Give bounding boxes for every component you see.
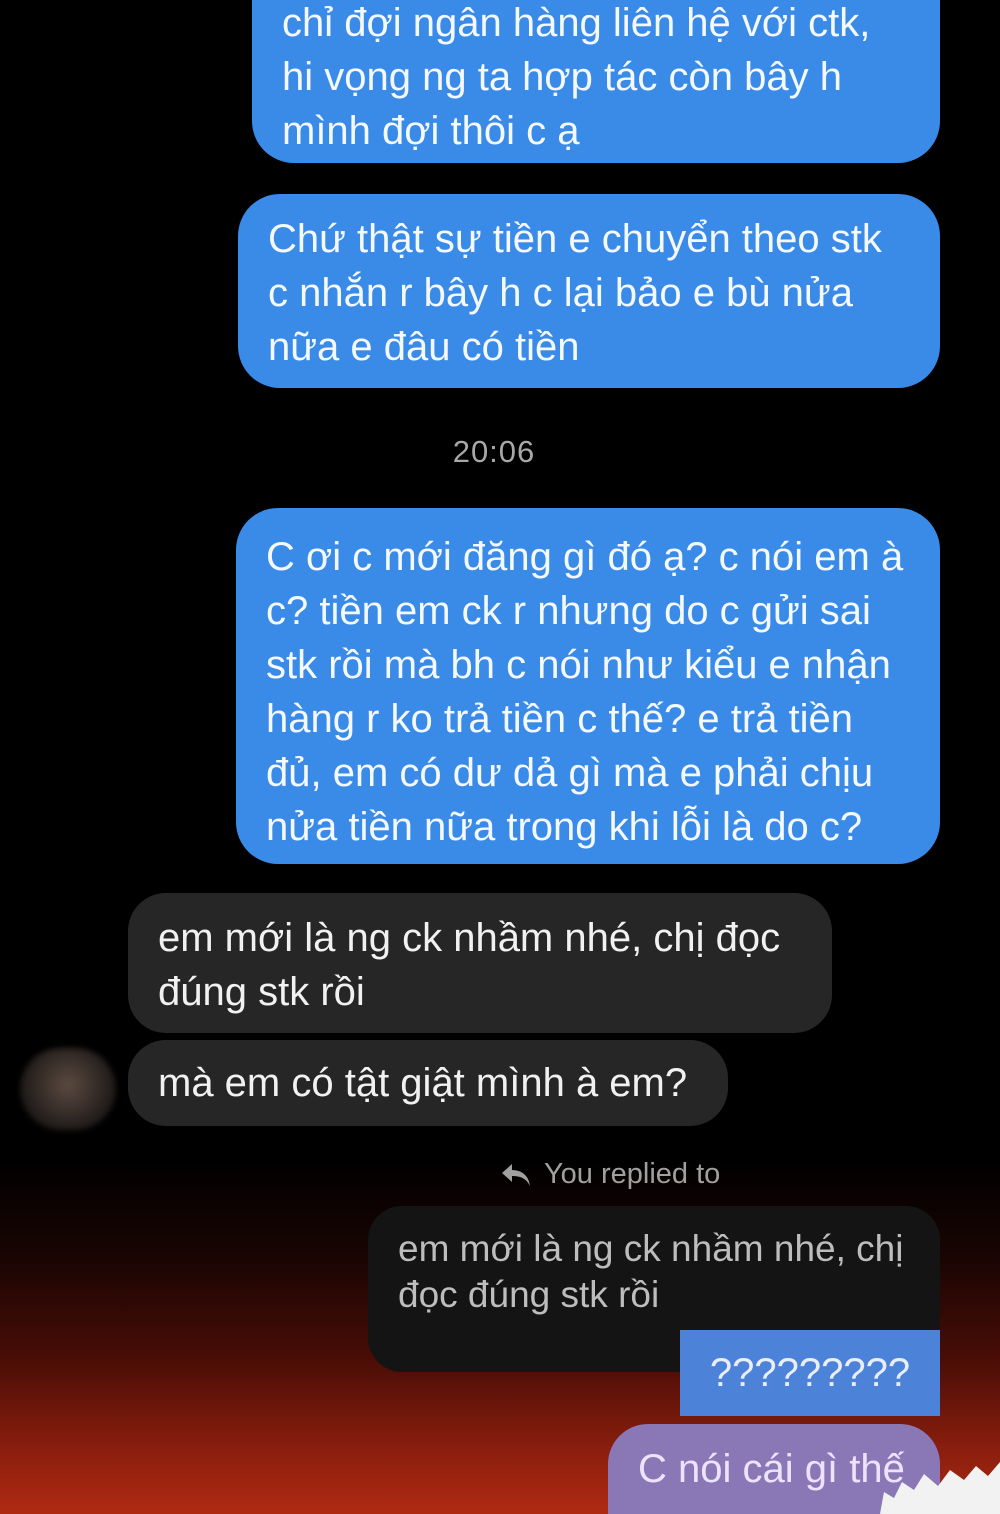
torn-paper-edge [880, 1462, 1000, 1514]
avatar[interactable] [20, 1048, 116, 1130]
reply-indicator: You replied to [500, 1158, 720, 1191]
received-message-2[interactable]: mà em có tật giật mình à em? [128, 1040, 728, 1126]
reply-arrow-icon [502, 1163, 530, 1186]
received-message-1[interactable]: em mới là ng ck nhầm nhé, chị đọc đúng s… [128, 893, 832, 1033]
message-timestamp: 20:06 [452, 434, 536, 469]
chat-screen: { "timestamp": "20:06", "reply_note": "Y… [0, 0, 1000, 1514]
sent-message-3[interactable]: C ơi c mới đăng gì đó ạ? c nói em à c? t… [236, 508, 940, 864]
sent-message-1[interactable]: chỉ đợi ngân hàng liên hệ với ctk, hi vọ… [252, 0, 940, 163]
reply-indicator-label: You replied to [544, 1158, 721, 1190]
sent-message-2[interactable]: Chứ thật sự tiền e chuyển theo stk c nhắ… [238, 194, 940, 388]
sent-message-4[interactable]: ????????? [680, 1330, 940, 1416]
